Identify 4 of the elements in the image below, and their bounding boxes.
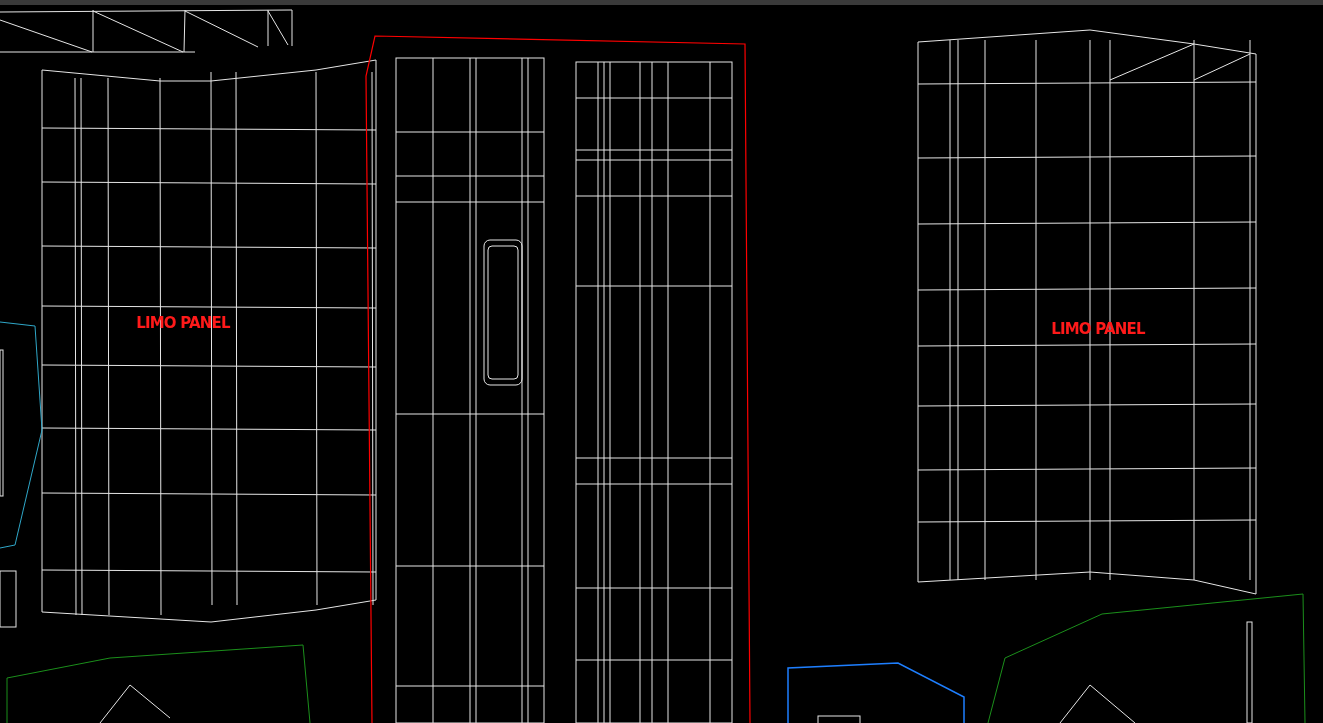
island-label: LIMO PANEL bbox=[1051, 320, 1145, 338]
uv-fragment-drawing bbox=[0, 570, 17, 628]
uv-fragment-drawing bbox=[817, 715, 861, 723]
uv-fragment-drawing bbox=[99, 684, 171, 723]
